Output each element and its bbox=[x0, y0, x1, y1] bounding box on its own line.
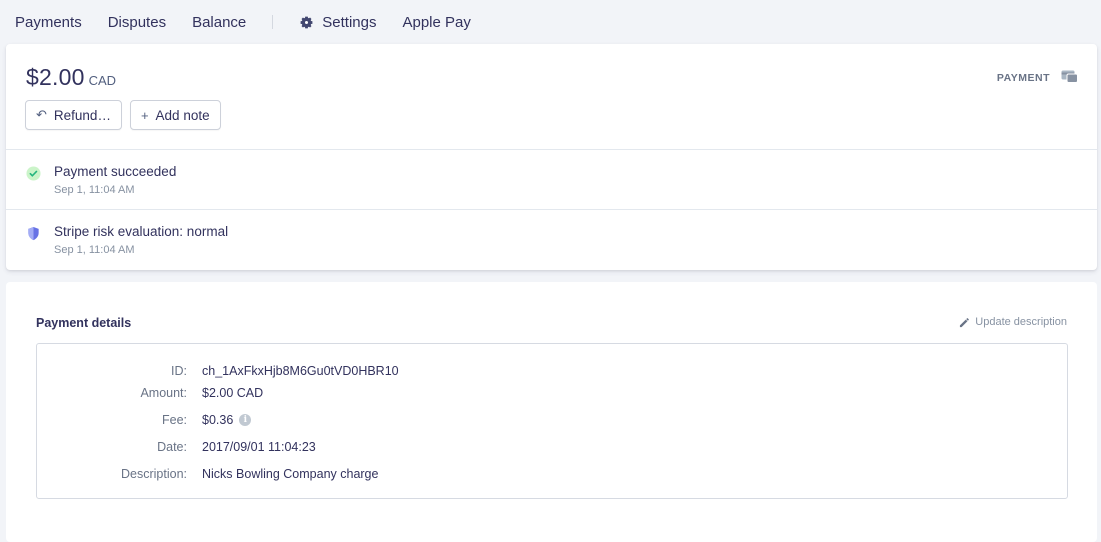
plus-icon: + bbox=[140, 107, 149, 123]
refund-button[interactable]: ↶ Refund… bbox=[25, 100, 122, 130]
nav-apple-pay-label: Apple Pay bbox=[402, 13, 471, 31]
check-circle-icon bbox=[26, 166, 41, 181]
section-title: Payment details bbox=[36, 316, 132, 330]
nav-payments-label: Payments bbox=[15, 13, 82, 31]
detail-value-wrap: $0.36 i bbox=[202, 413, 252, 427]
event-time: Sep 1, 11:04 AM bbox=[54, 184, 135, 196]
update-description-label: Update description bbox=[975, 316, 1067, 328]
payment-type-label: PAYMENT bbox=[996, 72, 1050, 84]
detail-key: ID: bbox=[171, 364, 187, 378]
amount-currency: CAD bbox=[88, 73, 117, 88]
refund-button-label: Refund… bbox=[53, 107, 111, 123]
event-time: Sep 1, 11:04 AM bbox=[54, 244, 135, 256]
detail-value: $0.36 bbox=[202, 413, 234, 427]
event-title: Stripe risk evaluation: normal bbox=[54, 224, 229, 239]
nav-apple-pay[interactable]: Apple Pay bbox=[402, 14, 470, 31]
top-nav: Payments Disputes Balance Settings Apple… bbox=[0, 0, 1101, 44]
add-note-button-label: Add note bbox=[155, 107, 210, 123]
pencil-icon bbox=[960, 317, 970, 327]
add-note-button[interactable]: + Add note bbox=[129, 100, 221, 130]
detail-row-fee: Fee: $0.36 i bbox=[37, 413, 1067, 433]
nav-disputes-label: Disputes bbox=[107, 13, 167, 31]
nav-balance[interactable]: Balance bbox=[192, 14, 246, 31]
detail-key: Fee: bbox=[161, 413, 187, 427]
card-icon bbox=[1061, 70, 1078, 83]
update-description-link[interactable]: Update description bbox=[959, 316, 1067, 328]
nav-disputes[interactable]: Disputes bbox=[108, 14, 166, 31]
detail-value: 2017/09/01 11:04:23 bbox=[202, 440, 316, 454]
undo-icon: ↶ bbox=[36, 107, 47, 122]
nav-settings-label: Settings bbox=[322, 13, 377, 31]
amount-value: $2.00 bbox=[26, 64, 85, 90]
nav-balance-label: Balance bbox=[192, 13, 247, 31]
detail-row-description: Description: Nicks Bowling Company charg… bbox=[37, 467, 1067, 487]
divider bbox=[6, 209, 1097, 210]
nav-settings[interactable]: Settings bbox=[299, 14, 376, 31]
nav-payments[interactable]: Payments bbox=[15, 14, 82, 31]
info-icon[interactable]: i bbox=[239, 414, 252, 426]
shield-icon bbox=[28, 226, 39, 241]
payment-summary-card: $2.00 CAD PAYMENT ↶ Refund… + Add note P… bbox=[6, 44, 1097, 270]
gear-icon bbox=[300, 16, 313, 28]
payment-details-card: Payment details Update description ID: c… bbox=[6, 282, 1097, 542]
detail-value: $2.00 CAD bbox=[202, 386, 264, 400]
payment-amount: $2.00 CAD bbox=[26, 64, 116, 91]
detail-row-id: ID: ch_1AxFkxHjb8M6Gu0tVD0HBR10 bbox=[37, 364, 1067, 384]
event-title: Payment succeeded bbox=[54, 164, 177, 179]
detail-value: Nicks Bowling Company charge bbox=[202, 467, 379, 481]
detail-row-date: Date: 2017/09/01 11:04:23 bbox=[37, 440, 1067, 460]
detail-key: Description: bbox=[121, 467, 187, 481]
action-buttons: ↶ Refund… + Add note bbox=[25, 100, 221, 130]
detail-row-amount: Amount: $2.00 CAD bbox=[37, 386, 1067, 406]
divider bbox=[6, 149, 1097, 150]
details-table: ID: ch_1AxFkxHjb8M6Gu0tVD0HBR10 Amount: … bbox=[36, 343, 1068, 499]
nav-separator bbox=[272, 15, 274, 29]
detail-key: Amount: bbox=[140, 386, 187, 400]
detail-key: Date: bbox=[157, 440, 187, 454]
detail-value: ch_1AxFkxHjb8M6Gu0tVD0HBR10 bbox=[202, 364, 399, 378]
